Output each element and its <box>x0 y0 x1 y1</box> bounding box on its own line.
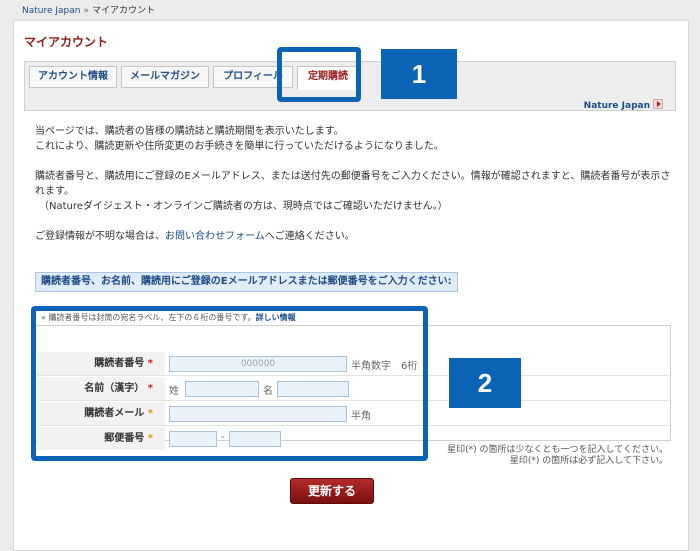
legend-required: 星印(*) の箇所は必ず記入して下さい。 <box>509 456 668 466</box>
intro-text: 当ページでは、購読者の皆様の購読誌と購読期間を表示いたします。 これにより、購読… <box>35 124 675 244</box>
callout-badge-2: 2 <box>449 358 521 408</box>
tab-mail-magazine[interactable]: メールマガジン <box>121 66 209 88</box>
update-button[interactable]: 更新する <box>290 478 374 504</box>
intro-line: 当ページでは、購読者の皆様の購読誌と購読期間を表示いたします。 <box>35 126 344 137</box>
intro-line: これにより、購読更新や住所変更のお手続きを簡単に行っていただけるようになりました… <box>35 141 444 152</box>
nature-japan-link-label: Nature Japan <box>583 101 650 111</box>
nature-japan-link[interactable]: Nature Japan <box>584 99 663 111</box>
tab-account-info[interactable]: アカウント情報 <box>29 66 117 88</box>
contact-form-link[interactable]: お問い合わせフォーム <box>165 231 265 242</box>
intro-line: 購読者番号と、購読用にご登録のEメールアドレス、または送付先の郵便番号をご入力く… <box>35 171 671 197</box>
arrow-right-icon <box>653 99 663 109</box>
breadcrumb-separator: » <box>83 6 89 16</box>
breadcrumb-current: マイアカウント <box>92 6 156 16</box>
intro-line: （Natureダイジェスト・オンラインご購読者の方は、現時点ではご確認いただけま… <box>39 201 448 212</box>
callout-box-1 <box>277 47 361 102</box>
breadcrumb-home-link[interactable]: Nature Japan <box>22 6 80 16</box>
intro-line-contact: ご登録情報が不明な場合は、お問い合わせフォームへご連絡ください。 <box>35 231 355 242</box>
input-notice: 購読者番号、お名前、購読用にご登録のEメールアドレスまたは郵便番号をご入力くださ… <box>35 272 458 292</box>
breadcrumb: Nature Japan» マイアカウント <box>22 3 155 16</box>
callout-badge-1: 1 <box>381 49 457 99</box>
callout-box-2 <box>31 306 428 461</box>
page-title: マイアカウント <box>24 35 109 49</box>
